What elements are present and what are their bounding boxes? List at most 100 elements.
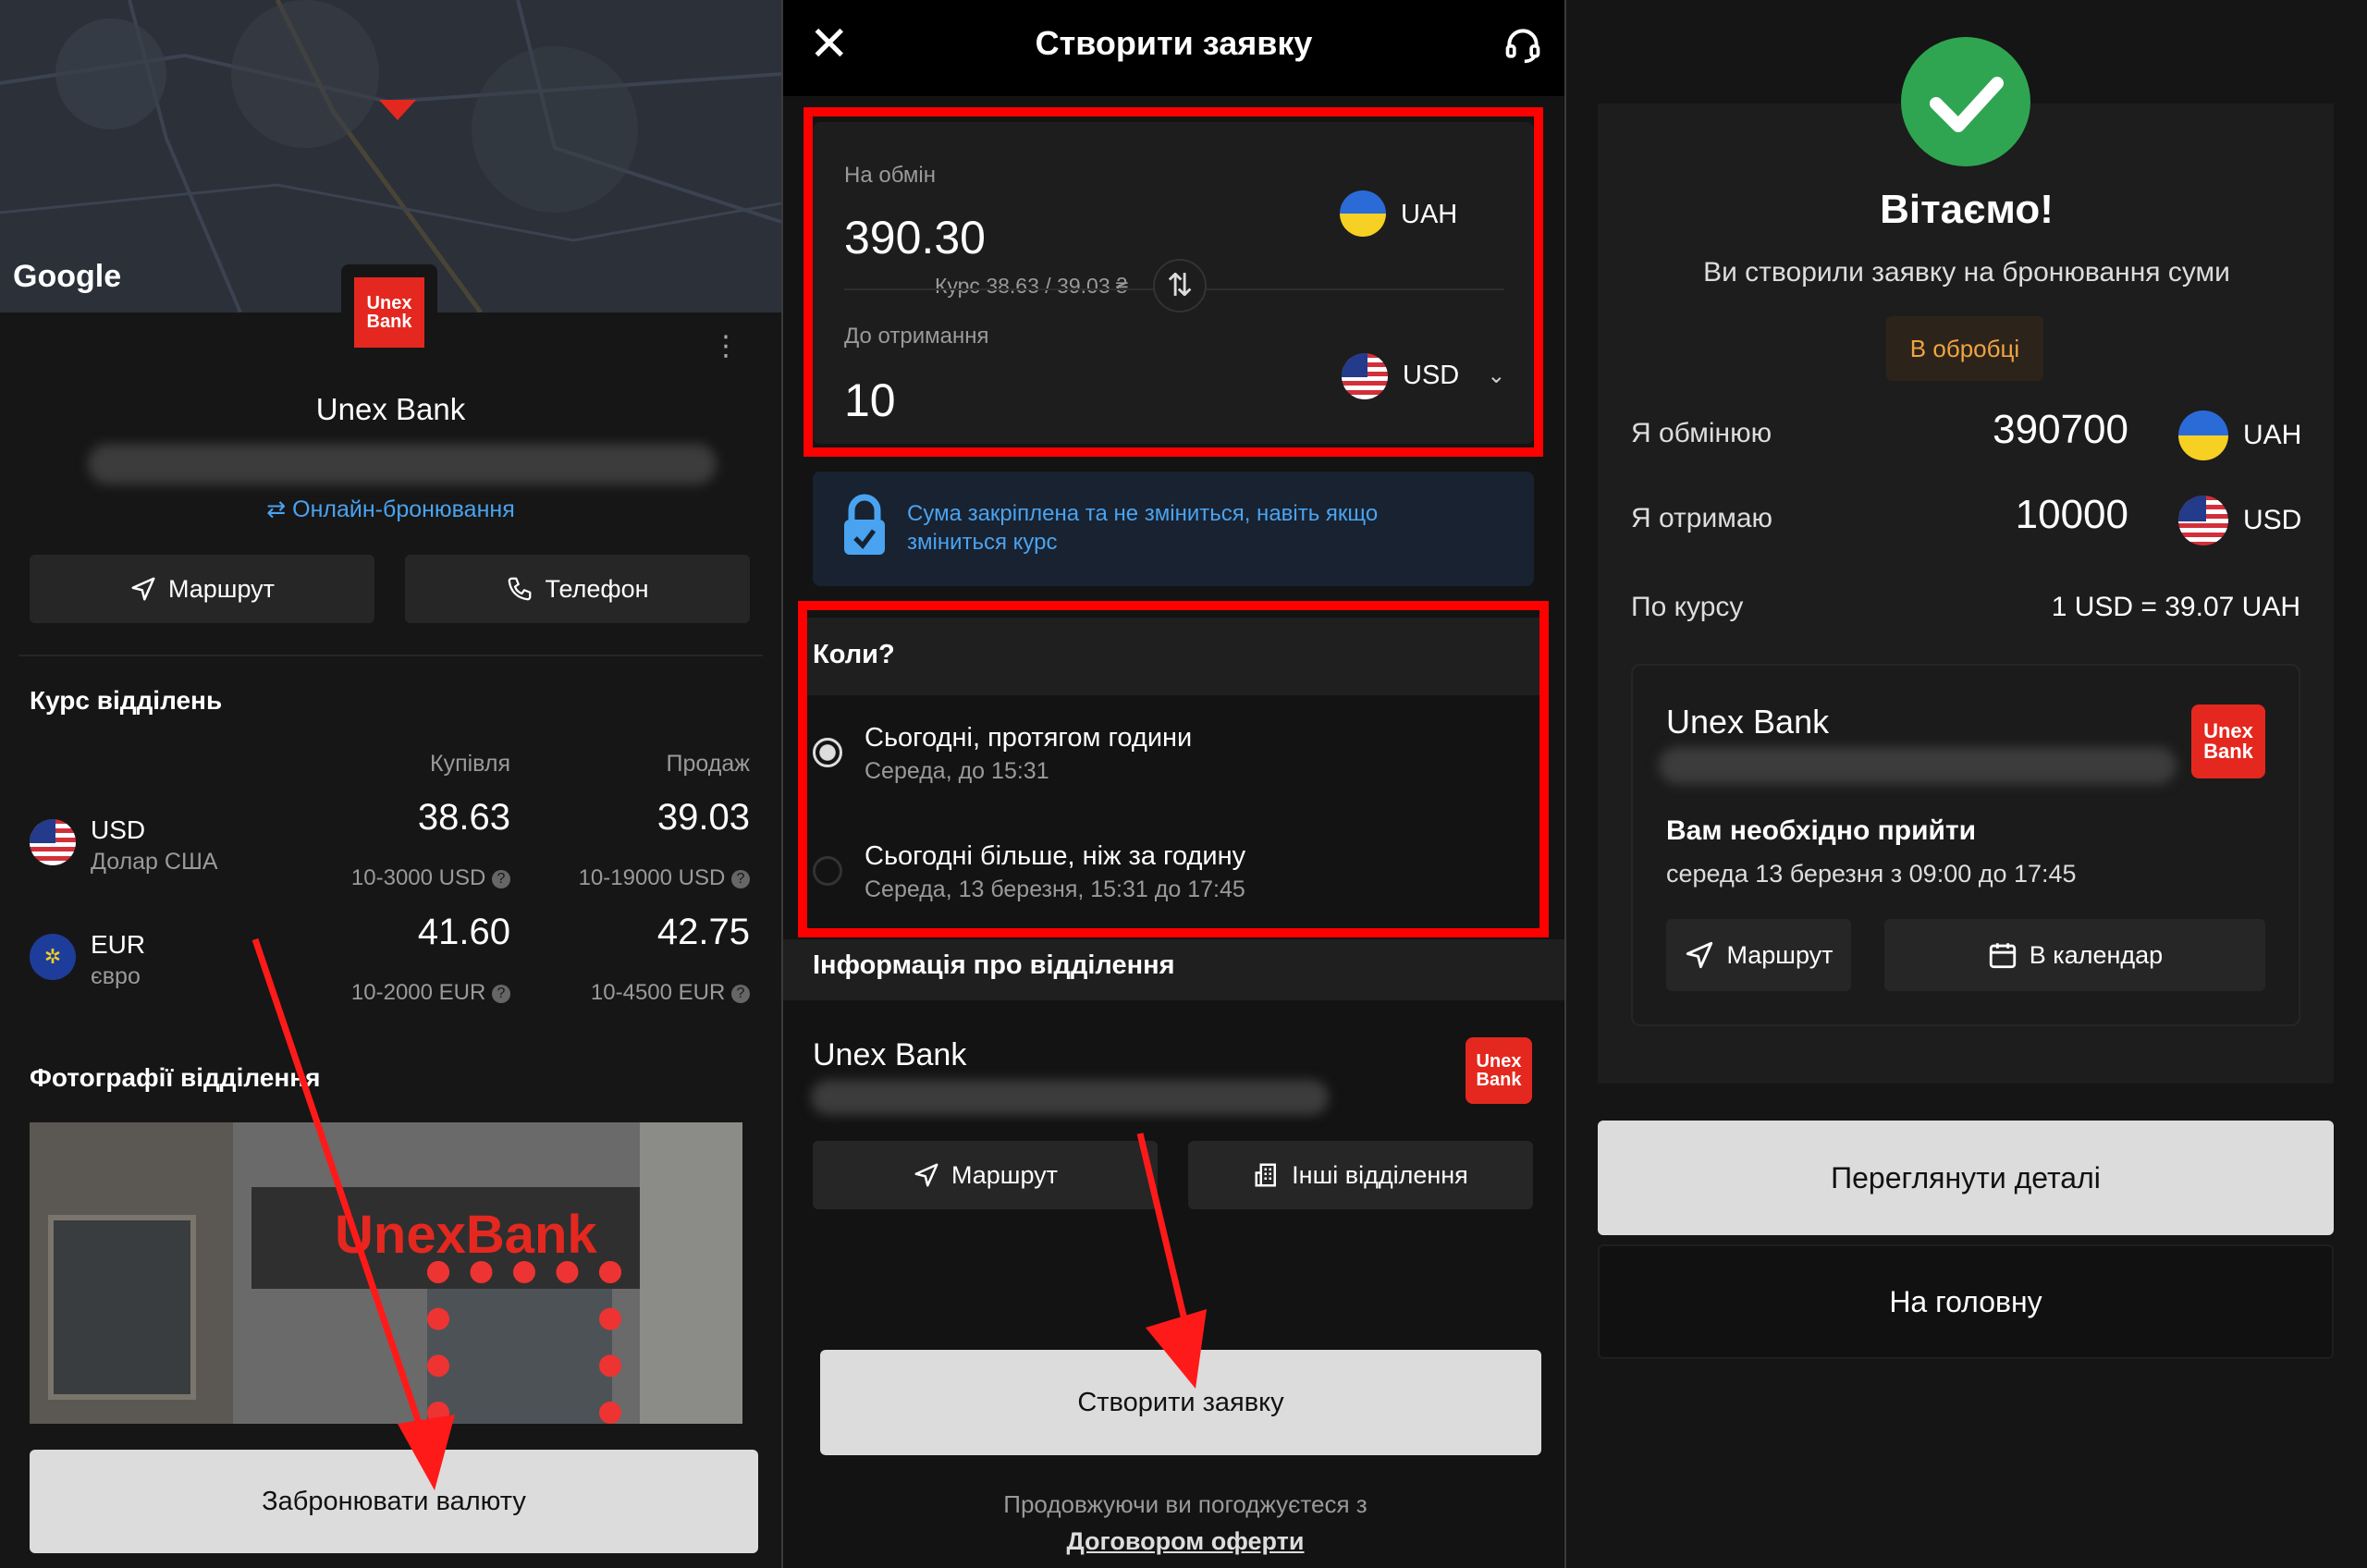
lock-icon <box>844 494 885 555</box>
buy-rate: 41.60 <box>417 912 510 952</box>
help-icon[interactable]: ? <box>492 984 510 1003</box>
buy-rate: 38.63 <box>417 797 510 838</box>
logo-text-2: Bank <box>366 312 412 332</box>
phone-icon <box>509 577 532 601</box>
success-subtitle: Ви створили заявку на бронювання суми <box>1703 257 2230 288</box>
screen-create-request: ✕ Створити заявку На обмін 390.30 UAH Ку… <box>783 0 1564 1568</box>
exchange-currency: UAH <box>2243 420 2302 450</box>
rate-value: 1 USD = 39.07 UAH <box>2051 592 2300 622</box>
branch-photo[interactable]: UnexBank <box>30 1122 742 1424</box>
navigation-icon <box>914 1163 938 1187</box>
status-badge: В обробці <box>1886 316 2043 381</box>
bank-logo: Unex Bank <box>341 264 437 361</box>
eu-flag-icon: ✲ <box>30 934 76 980</box>
buy-limit-text: 10-2000 EUR <box>350 980 486 1005</box>
calendar-label: В календар <box>2029 940 2164 969</box>
branch-bank-name: Unex Bank <box>813 1037 967 1072</box>
home-button[interactable]: На головну <box>1598 1244 2334 1359</box>
sell-rate: 42.75 <box>656 912 750 952</box>
logo-text-1: Unex <box>2203 719 2253 742</box>
other-branches-button[interactable]: Інші відділення <box>1188 1141 1533 1209</box>
currency-name: євро <box>91 963 141 989</box>
sell-limit-text: 10-4500 EUR <box>590 980 726 1005</box>
logo-text-1: Unex <box>366 293 412 313</box>
sell-limit: 10-19000 USD ? <box>518 865 750 891</box>
bank-logo: Unex Bank <box>1466 1037 1532 1104</box>
success-check-icon <box>1901 37 2030 166</box>
need-time: середа 13 березня з 09:00 до 17:45 <box>1666 860 2077 888</box>
buy-limit: 10-3000 USD ? <box>277 865 510 891</box>
receive-label: Я отримаю <box>1631 503 1773 533</box>
more-icon[interactable]: ⋮ <box>712 333 740 370</box>
agree-text: Продовжуючи ви погоджуєтеся з <box>1003 1490 1367 1518</box>
swap-icon: ⇄ <box>266 496 293 522</box>
lock-note-text: Сума закріплена та не зміниться, навіть … <box>907 501 1379 555</box>
photo-right-wall <box>640 1122 742 1424</box>
navigation-icon <box>1686 941 1713 969</box>
navigation-icon <box>131 577 155 601</box>
branch-info-title: Інформація про відділення <box>813 950 1175 980</box>
currency-code: USD <box>91 815 146 844</box>
us-flag-icon <box>30 819 76 865</box>
currency-name: Долар США <box>91 849 218 875</box>
book-currency-button[interactable]: Забронювати валюту <box>30 1450 758 1553</box>
buy-limit-text: 10-3000 USD <box>350 865 486 890</box>
support-headset-icon[interactable] <box>1502 24 1543 65</box>
route-label: Маршрут <box>167 574 276 603</box>
address-redacted <box>811 1080 1329 1115</box>
sell-rate: 39.03 <box>656 797 750 838</box>
phone-label: Телефон <box>545 574 649 603</box>
bank-logo: Unex Bank <box>2191 704 2265 778</box>
sell-limit: 10-4500 EUR ? <box>518 980 750 1006</box>
ua-flag-icon <box>2178 410 2228 460</box>
highlight-box-when <box>798 601 1549 937</box>
branch-bank-name: Unex Bank <box>1666 703 1830 741</box>
exchange-value: 390700 <box>1993 407 2128 452</box>
bank-name: Unex Bank <box>315 392 466 426</box>
route-button[interactable]: Маршрут <box>30 555 374 623</box>
help-icon[interactable]: ? <box>492 869 510 888</box>
route-button[interactable]: Маршрут <box>813 1141 1158 1209</box>
col-buy-header: Купівля <box>430 751 510 777</box>
page-title: Створити заявку <box>1035 24 1313 62</box>
calendar-icon <box>1989 943 2016 969</box>
address-redacted <box>1659 747 2177 784</box>
logo-text-2: Bank <box>2203 740 2253 763</box>
photo-balloon-arch <box>427 1261 621 1424</box>
logo-text-2: Bank <box>1476 1070 1522 1090</box>
us-flag-icon <box>2178 496 2228 545</box>
zigzag-edge <box>1598 1063 2334 1082</box>
offer-link[interactable]: Договором оферти <box>783 1527 1564 1556</box>
need-title: Вам необхідно прийти <box>1666 815 1977 846</box>
other-branches-label: Інші відділення <box>1292 1160 1468 1189</box>
phone-button[interactable]: Телефон <box>405 555 750 623</box>
create-request-button[interactable]: Створити заявку <box>820 1350 1541 1455</box>
route-label: Маршрут <box>1726 940 1834 969</box>
help-icon[interactable]: ? <box>731 984 750 1003</box>
sell-limit-text: 10-19000 USD <box>578 865 726 890</box>
receive-value: 10000 <box>2015 492 2128 537</box>
separator <box>18 655 763 656</box>
receive-currency: USD <box>2243 505 2302 535</box>
google-logo: Google <box>13 259 122 294</box>
help-icon[interactable]: ? <box>731 869 750 888</box>
address-redacted <box>88 444 717 484</box>
photo-sign-text: UnexBank <box>335 1205 597 1265</box>
rate-label: По курсу <box>1631 592 1744 622</box>
rates-title: Курс відділень <box>30 686 223 715</box>
route-button[interactable]: Маршрут <box>1666 919 1851 991</box>
photo-window <box>48 1215 196 1400</box>
success-title: Вітаємо! <box>1880 187 2054 232</box>
screen-branch-details: Google Unex Bank ⋮ Unex Bank ⇄ Онлайн-бр… <box>0 0 781 1568</box>
photos-title: Фотографії відділення <box>30 1063 321 1092</box>
currency-code: EUR <box>91 930 146 959</box>
online-booking-link[interactable]: ⇄ Онлайн-бронювання <box>0 496 781 523</box>
screen-success: Вітаємо! Ви створили заявку на бронюванн… <box>1566 0 2367 1568</box>
building-icon <box>1255 1163 1277 1187</box>
exchange-label: Я обмінюю <box>1631 418 1772 448</box>
calendar-button[interactable]: В календар <box>1884 919 2265 991</box>
highlight-box-amount <box>803 107 1543 457</box>
logo-text-1: Unex <box>1476 1051 1522 1072</box>
online-booking-label: Онлайн-бронювання <box>292 496 515 522</box>
view-details-button[interactable]: Переглянути деталі <box>1598 1121 2334 1235</box>
